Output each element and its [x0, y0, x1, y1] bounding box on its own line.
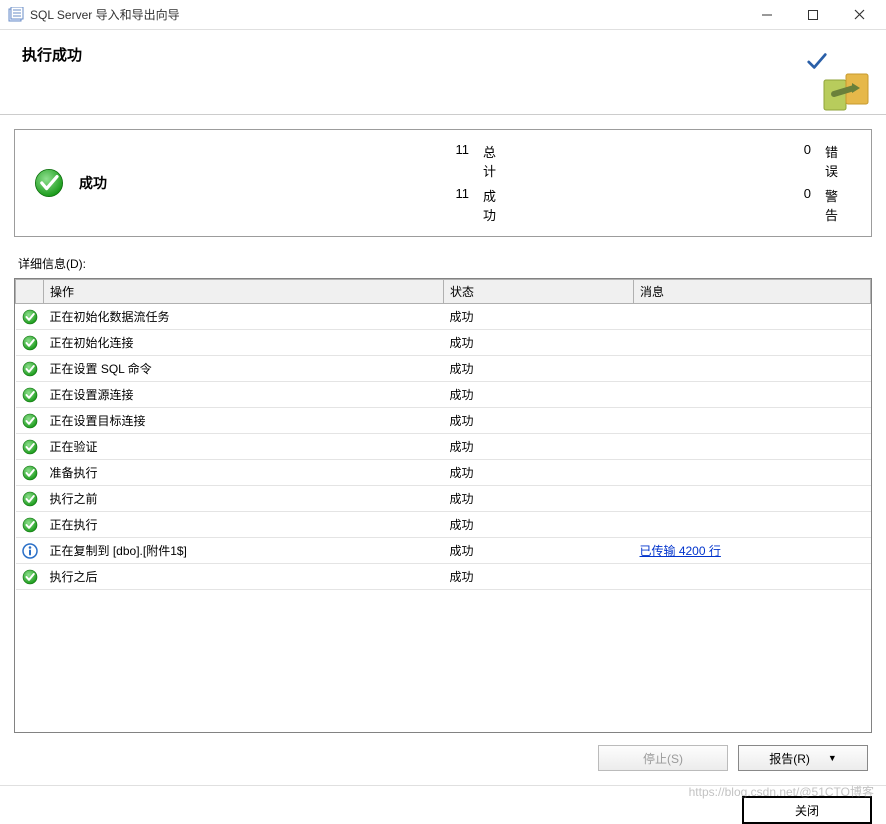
close-dialog-button[interactable]: 关闭: [742, 796, 872, 824]
cell-message: [634, 512, 871, 538]
cell-status: 成功: [444, 330, 634, 356]
success-icon: [16, 330, 44, 356]
table-row[interactable]: 执行之后成功: [16, 564, 871, 590]
maximize-button[interactable]: [790, 0, 836, 30]
cell-status: 成功: [444, 408, 634, 434]
cell-action: 正在初始化数据流任务: [44, 304, 444, 330]
cell-status: 成功: [444, 460, 634, 486]
success-count: 11: [173, 186, 473, 224]
success-icon: [16, 356, 44, 382]
cell-action: 正在复制到 [dbo].[附件1$]: [44, 538, 444, 564]
summary-status-label: 成功: [79, 173, 159, 193]
success-icon: [16, 434, 44, 460]
details-grid[interactable]: 操作 状态 消息 正在初始化数据流任务成功正在初始化连接成功正在设置 SQL 命…: [14, 278, 872, 733]
app-icon: [8, 7, 24, 23]
cell-status: 成功: [444, 538, 634, 564]
summary-panel: 成功 11 总计 0 错误 11 成功 0 警告: [14, 129, 872, 237]
cell-status: 成功: [444, 512, 634, 538]
warning-label: 警告: [825, 186, 847, 224]
total-count: 11: [173, 142, 473, 180]
cell-status: 成功: [444, 486, 634, 512]
stop-button: 停止(S): [598, 745, 728, 771]
cell-message: [634, 434, 871, 460]
cell-status: 成功: [444, 382, 634, 408]
table-row[interactable]: 正在验证成功: [16, 434, 871, 460]
table-row[interactable]: 正在复制到 [dbo].[附件1$]成功已传输 4200 行: [16, 538, 871, 564]
cell-action: 执行之前: [44, 486, 444, 512]
page-title: 执行成功: [22, 44, 866, 65]
cell-action: 正在执行: [44, 512, 444, 538]
cell-message: 已传输 4200 行: [634, 538, 871, 564]
dropdown-arrow-icon: ▼: [828, 753, 837, 763]
column-header-message[interactable]: 消息: [634, 280, 871, 304]
error-count: 0: [515, 142, 815, 180]
cell-action: 正在验证: [44, 434, 444, 460]
success-icon: [16, 304, 44, 330]
info-icon: [16, 538, 44, 564]
cell-message: [634, 408, 871, 434]
success-icon: [16, 512, 44, 538]
cell-status: 成功: [444, 304, 634, 330]
titlebar: SQL Server 导入和导出向导: [0, 0, 886, 30]
success-check-icon: [33, 167, 65, 199]
table-row[interactable]: 正在设置 SQL 命令成功: [16, 356, 871, 382]
cell-message: [634, 460, 871, 486]
message-link[interactable]: 已传输 4200 行: [640, 544, 721, 558]
cell-action: 正在设置源连接: [44, 382, 444, 408]
table-row[interactable]: 准备执行成功: [16, 460, 871, 486]
cell-message: [634, 304, 871, 330]
success-icon: [16, 408, 44, 434]
table-row[interactable]: 正在初始化数据流任务成功: [16, 304, 871, 330]
success-icon: [16, 564, 44, 590]
cell-message: [634, 486, 871, 512]
column-header-status[interactable]: 状态: [444, 280, 634, 304]
total-label: 总计: [483, 142, 505, 180]
cell-action: 正在初始化连接: [44, 330, 444, 356]
cell-message: [634, 356, 871, 382]
column-header-icon[interactable]: [16, 280, 44, 304]
cell-status: 成功: [444, 434, 634, 460]
table-row[interactable]: 正在初始化连接成功: [16, 330, 871, 356]
cell-message: [634, 330, 871, 356]
report-button[interactable]: 报告(R) ▼: [738, 745, 868, 771]
success-icon: [16, 460, 44, 486]
cell-message: [634, 564, 871, 590]
details-label: 详细信息(D):: [18, 255, 872, 272]
cell-status: 成功: [444, 356, 634, 382]
cell-message: [634, 382, 871, 408]
window-controls: [744, 0, 882, 30]
table-row[interactable]: 执行之前成功: [16, 486, 871, 512]
success-label: 成功: [483, 186, 505, 224]
table-row[interactable]: 正在设置源连接成功: [16, 382, 871, 408]
footer-row: 关闭: [0, 785, 886, 824]
warning-count: 0: [515, 186, 815, 224]
error-label: 错误: [825, 142, 847, 180]
table-row[interactable]: 正在设置目标连接成功: [16, 408, 871, 434]
page-header: 执行成功: [0, 30, 886, 115]
success-icon: [16, 382, 44, 408]
cell-status: 成功: [444, 564, 634, 590]
cell-action: 准备执行: [44, 460, 444, 486]
column-header-action[interactable]: 操作: [44, 280, 444, 304]
summary-stats: 11 总计 0 错误 11 成功 0 警告: [173, 142, 847, 224]
cell-action: 正在设置目标连接: [44, 408, 444, 434]
report-button-label: 报告(R): [769, 750, 810, 767]
minimize-button[interactable]: [744, 0, 790, 30]
cell-action: 正在设置 SQL 命令: [44, 356, 444, 382]
table-row[interactable]: 正在执行成功: [16, 512, 871, 538]
cell-action: 执行之后: [44, 564, 444, 590]
window-title: SQL Server 导入和导出向导: [30, 6, 744, 23]
close-button[interactable]: [836, 0, 882, 30]
action-button-row: 停止(S) 报告(R) ▼: [14, 733, 872, 771]
success-icon: [16, 486, 44, 512]
header-graphic-icon: [820, 66, 874, 120]
